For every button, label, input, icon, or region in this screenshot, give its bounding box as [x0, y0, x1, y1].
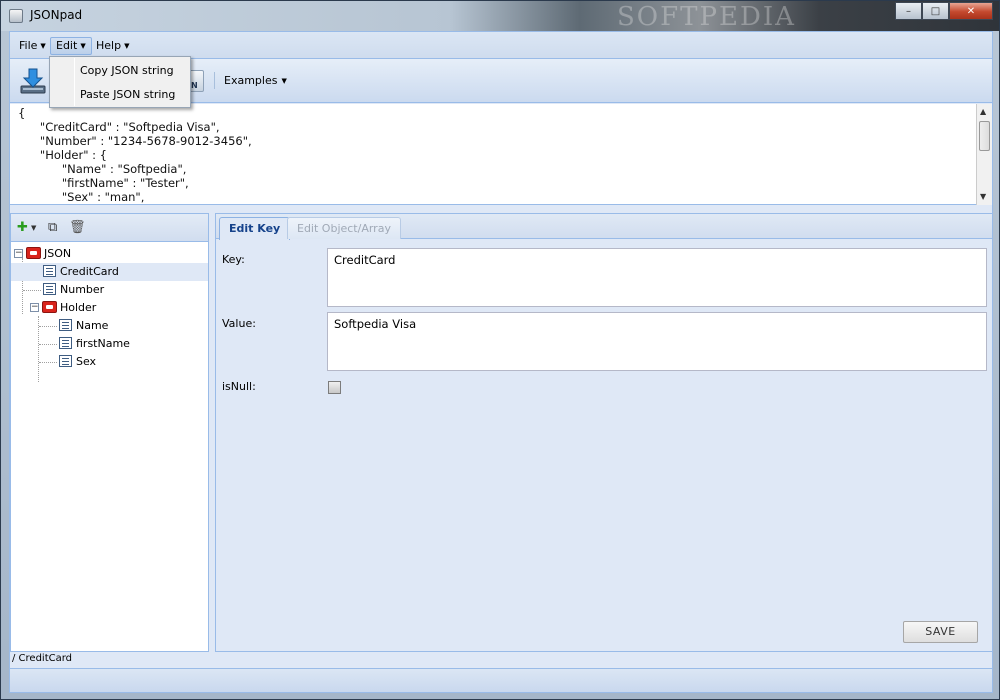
menu-item-paste-json[interactable]: Paste JSON string [51, 83, 189, 105]
edit-menu-dropdown: Copy JSON string Paste JSON string [49, 56, 191, 108]
tree-node-label: JSON [44, 247, 72, 260]
json-text-editor[interactable]: { "CreditCard" : "Softpedia Visa", "Numb… [10, 104, 992, 205]
download-icon [20, 68, 46, 94]
object-icon [42, 301, 57, 313]
isnull-checkbox[interactable] [328, 381, 341, 394]
property-icon [59, 337, 72, 349]
key-label: Key: [222, 253, 245, 266]
watermark: SOFTPEDIA [617, 2, 796, 32]
chevron-down-icon: ▼ [124, 42, 130, 50]
tree-node[interactable]: Sex [11, 353, 208, 371]
delete-node-icon[interactable]: 🗑 [69, 220, 86, 235]
value-label: Value: [222, 317, 256, 330]
tree-node-label: firstName [76, 337, 130, 350]
key-field[interactable]: CreditCard [327, 248, 987, 307]
menu-item-copy-json[interactable]: Copy JSON string [51, 59, 189, 81]
menu-edit[interactable]: Edit ▼ [50, 37, 92, 55]
examples-label: Examples [224, 74, 278, 87]
menu-file[interactable]: File ▼ [13, 37, 52, 55]
examples-button[interactable]: Examples ▼ [224, 74, 287, 87]
chevron-down-icon: ▼ [80, 42, 86, 50]
status-path: / CreditCard [12, 653, 73, 664]
tab-edit-key[interactable]: Edit Key [219, 217, 291, 240]
collapse-icon[interactable]: − [14, 249, 23, 258]
isnull-label: isNull: [222, 380, 256, 393]
app-icon[interactable] [9, 9, 23, 23]
copy-node-icon[interactable]: ⧉ [48, 220, 57, 235]
scroll-thumb[interactable] [979, 121, 990, 151]
tab-strip: Edit Key Edit Object/Array [216, 214, 992, 240]
value-field[interactable]: Softpedia Visa [327, 312, 987, 371]
tree-panel: ✚ ▼ ⧉ 🗑 − JSON CreditCard Number − Holde… [10, 213, 209, 652]
save-button[interactable]: SAVE [903, 621, 978, 643]
menu-help-label: Help [96, 39, 122, 52]
json-text[interactable]: { "CreditCard" : "Softpedia Visa", "Numb… [18, 106, 252, 204]
scroll-down-icon[interactable]: ▼ [980, 192, 986, 201]
tree-node[interactable]: Name [11, 317, 208, 335]
maximize-button[interactable]: □ [922, 2, 949, 20]
bottom-bar [10, 668, 992, 692]
close-button[interactable]: ✕ [949, 2, 993, 20]
window-controls: – □ ✕ [895, 2, 993, 20]
tree-node[interactable]: Number [11, 281, 208, 299]
chevron-down-icon[interactable]: ▼ [31, 224, 36, 232]
client-area: File ▼ Edit ▼ Help ▼ ON Examples ▼ {"Cr… [9, 31, 993, 693]
menu-edit-label: Edit [56, 39, 78, 52]
scroll-up-icon[interactable]: ▲ [980, 107, 986, 116]
menu-bar: File ▼ Edit ▼ Help ▼ [10, 32, 992, 59]
chevron-down-icon: ▼ [281, 77, 287, 85]
edit-panel: Edit Key Edit Object/Array Key: CreditCa… [215, 213, 993, 652]
tree-toolbar: ✚ ▼ ⧉ 🗑 [11, 214, 208, 242]
app-window: JSONpad SOFTPEDIA – □ ✕ File ▼ Edit ▼ Help… [0, 0, 1000, 700]
menu-help[interactable]: Help ▼ [90, 37, 135, 55]
tree-node[interactable]: CreditCard [11, 263, 208, 281]
tree-node[interactable]: firstName [11, 335, 208, 353]
tree-node[interactable]: − Holder [11, 299, 208, 317]
editor-scrollbar[interactable]: ▲ ▼ [976, 104, 992, 205]
tree-node-label: Holder [60, 301, 97, 314]
tree-node-label: CreditCard [60, 265, 119, 278]
window-title: JSONpad [30, 8, 83, 22]
tree-node-label: Number [60, 283, 105, 296]
download-button[interactable] [18, 66, 48, 96]
tab-edit-object-array[interactable]: Edit Object/Array [287, 217, 401, 239]
menu-file-label: File [19, 39, 38, 52]
minimize-button[interactable]: – [895, 2, 922, 20]
tree-node-root[interactable]: − JSON [11, 245, 208, 263]
tree-node-label: Sex [76, 355, 97, 368]
tree-node-label: Name [76, 319, 109, 332]
title-bar[interactable]: JSONpad SOFTPEDIA – □ ✕ [1, 1, 999, 32]
add-node-icon[interactable]: ✚ [17, 220, 28, 235]
property-icon [43, 265, 56, 277]
object-icon [26, 247, 41, 259]
property-icon [59, 319, 72, 331]
chevron-down-icon: ▼ [40, 42, 46, 50]
property-icon [59, 355, 72, 367]
toolbar-separator [214, 72, 215, 89]
collapse-icon[interactable]: − [30, 303, 39, 312]
property-icon [43, 283, 56, 295]
